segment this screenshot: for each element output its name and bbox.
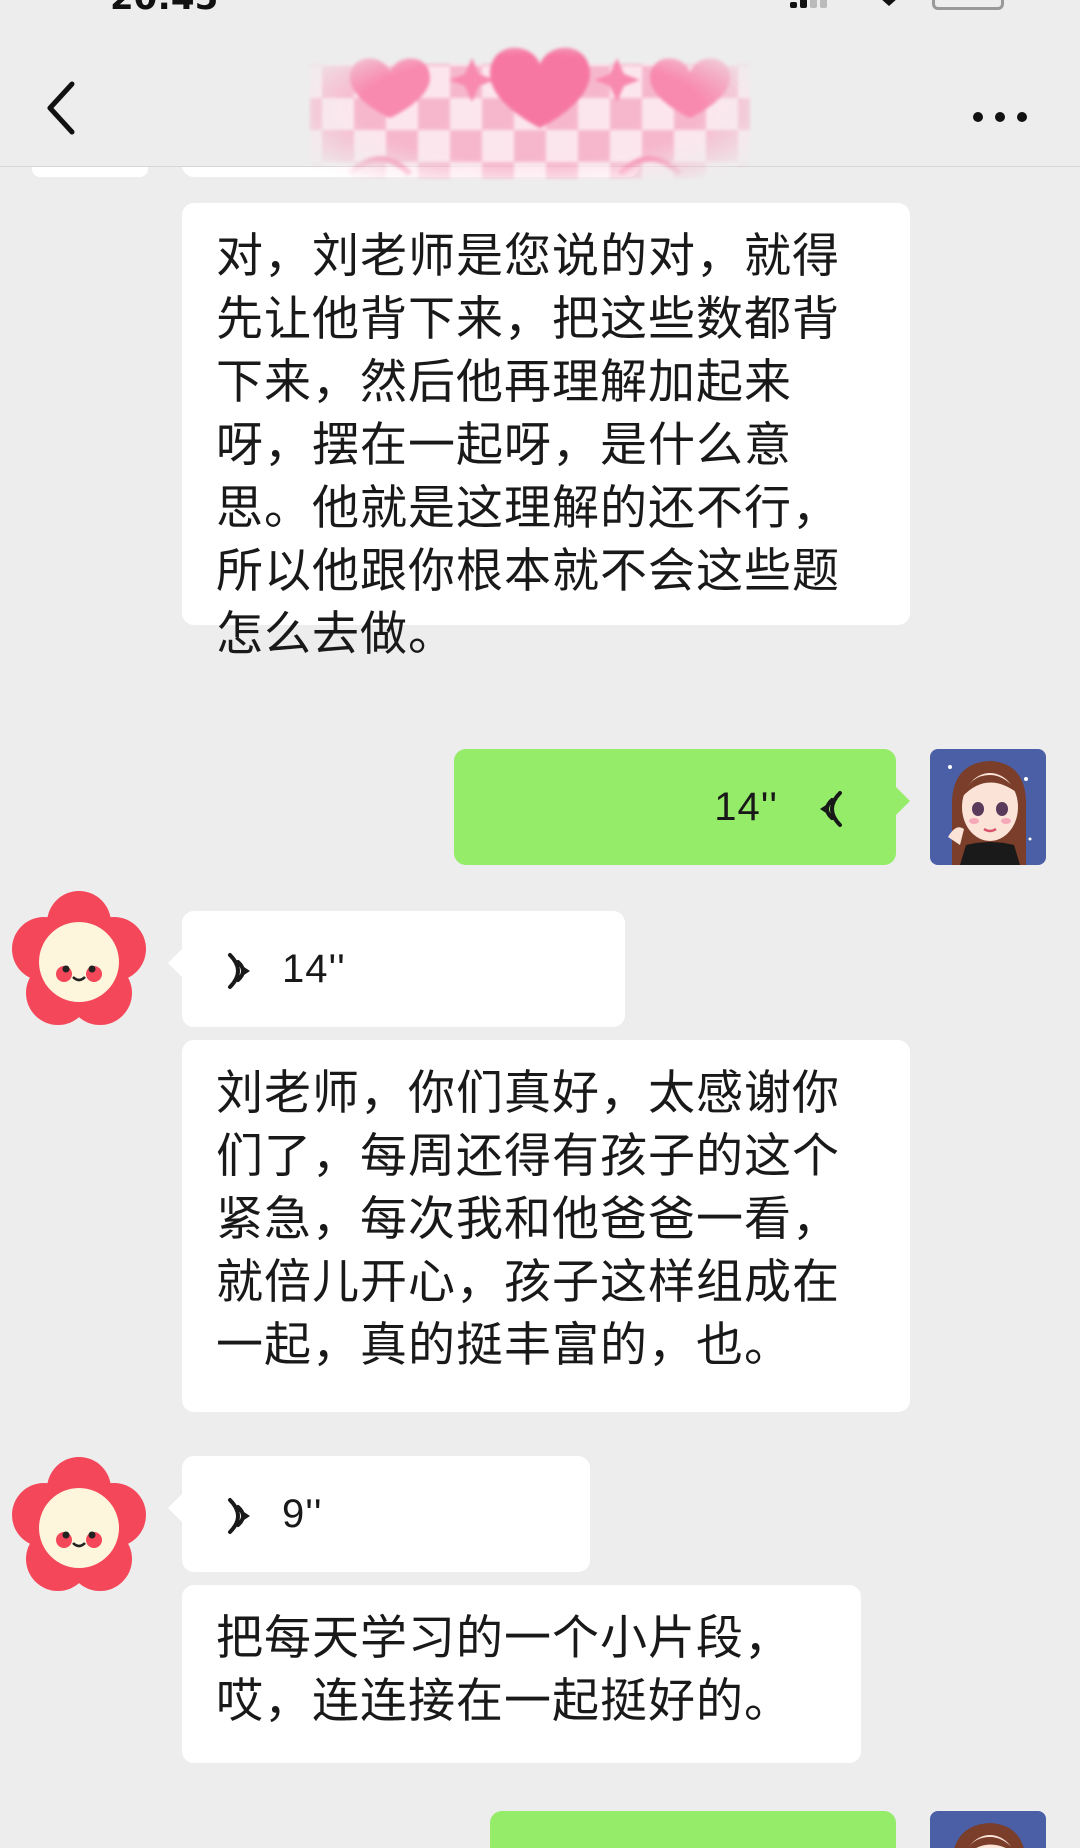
cropped-avatar-remnant bbox=[32, 167, 148, 177]
avatar-sent[interactable] bbox=[930, 1811, 1046, 1848]
cartoon-girl-avatar-icon bbox=[930, 1811, 1046, 1848]
voice-duration: 14'' bbox=[714, 785, 778, 829]
nav-bar bbox=[0, 14, 1080, 179]
message-bubble-received[interactable]: 刘老师，你们真好，太感谢你们了，每周还得有孩子的这个紧急，每次我和他爸爸一看，就… bbox=[182, 1040, 910, 1412]
cartoon-girl-avatar-icon bbox=[930, 749, 1046, 865]
signal-icon bbox=[790, 0, 830, 8]
avatar-sent[interactable] bbox=[930, 749, 1046, 865]
voice-wave-icon bbox=[820, 791, 842, 827]
title-sticker-icon bbox=[310, 47, 750, 179]
message-bubble-received[interactable]: 对，刘老师是您说的对，就得先让他背下来，把这些数都背下来，然后他再理解加起来呀，… bbox=[182, 203, 910, 662]
voice-wave-icon bbox=[228, 953, 250, 989]
status-time: 20:45 bbox=[110, 0, 218, 14]
red-flower-avatar-icon bbox=[12, 1457, 146, 1591]
voice-message-sent[interactable]: 14'' bbox=[454, 749, 910, 865]
chevron-left-icon[interactable] bbox=[40, 78, 84, 138]
voice-duration: 14'' bbox=[282, 947, 346, 991]
voice-wave-icon bbox=[228, 1498, 250, 1534]
wifi-icon bbox=[882, 0, 896, 6]
red-flower-avatar-icon bbox=[12, 891, 146, 1025]
ellipsis-icon[interactable] bbox=[970, 102, 1030, 132]
voice-message-sent[interactable] bbox=[490, 1811, 896, 1848]
voice-message-received[interactable]: 14'' bbox=[168, 911, 625, 1027]
avatar-received[interactable] bbox=[8, 889, 150, 1031]
message-list[interactable]: 对，刘老师是您说的对，就得先让他背下来，把这些数都背下来，然后他再理解加起来呀，… bbox=[0, 167, 1080, 1848]
battery-icon bbox=[932, 0, 1004, 10]
voice-message-received[interactable]: 9'' bbox=[168, 1456, 590, 1572]
message-bubble-received[interactable]: 把每天学习的一个小片段，哎，连连接在一起挺好的。 bbox=[182, 1585, 861, 1763]
chat-screen: 20:45 bbox=[0, 0, 1080, 1848]
status-bar: 20:45 bbox=[0, 0, 1080, 14]
avatar-received[interactable] bbox=[8, 1455, 150, 1597]
voice-duration: 9'' bbox=[282, 1492, 323, 1536]
